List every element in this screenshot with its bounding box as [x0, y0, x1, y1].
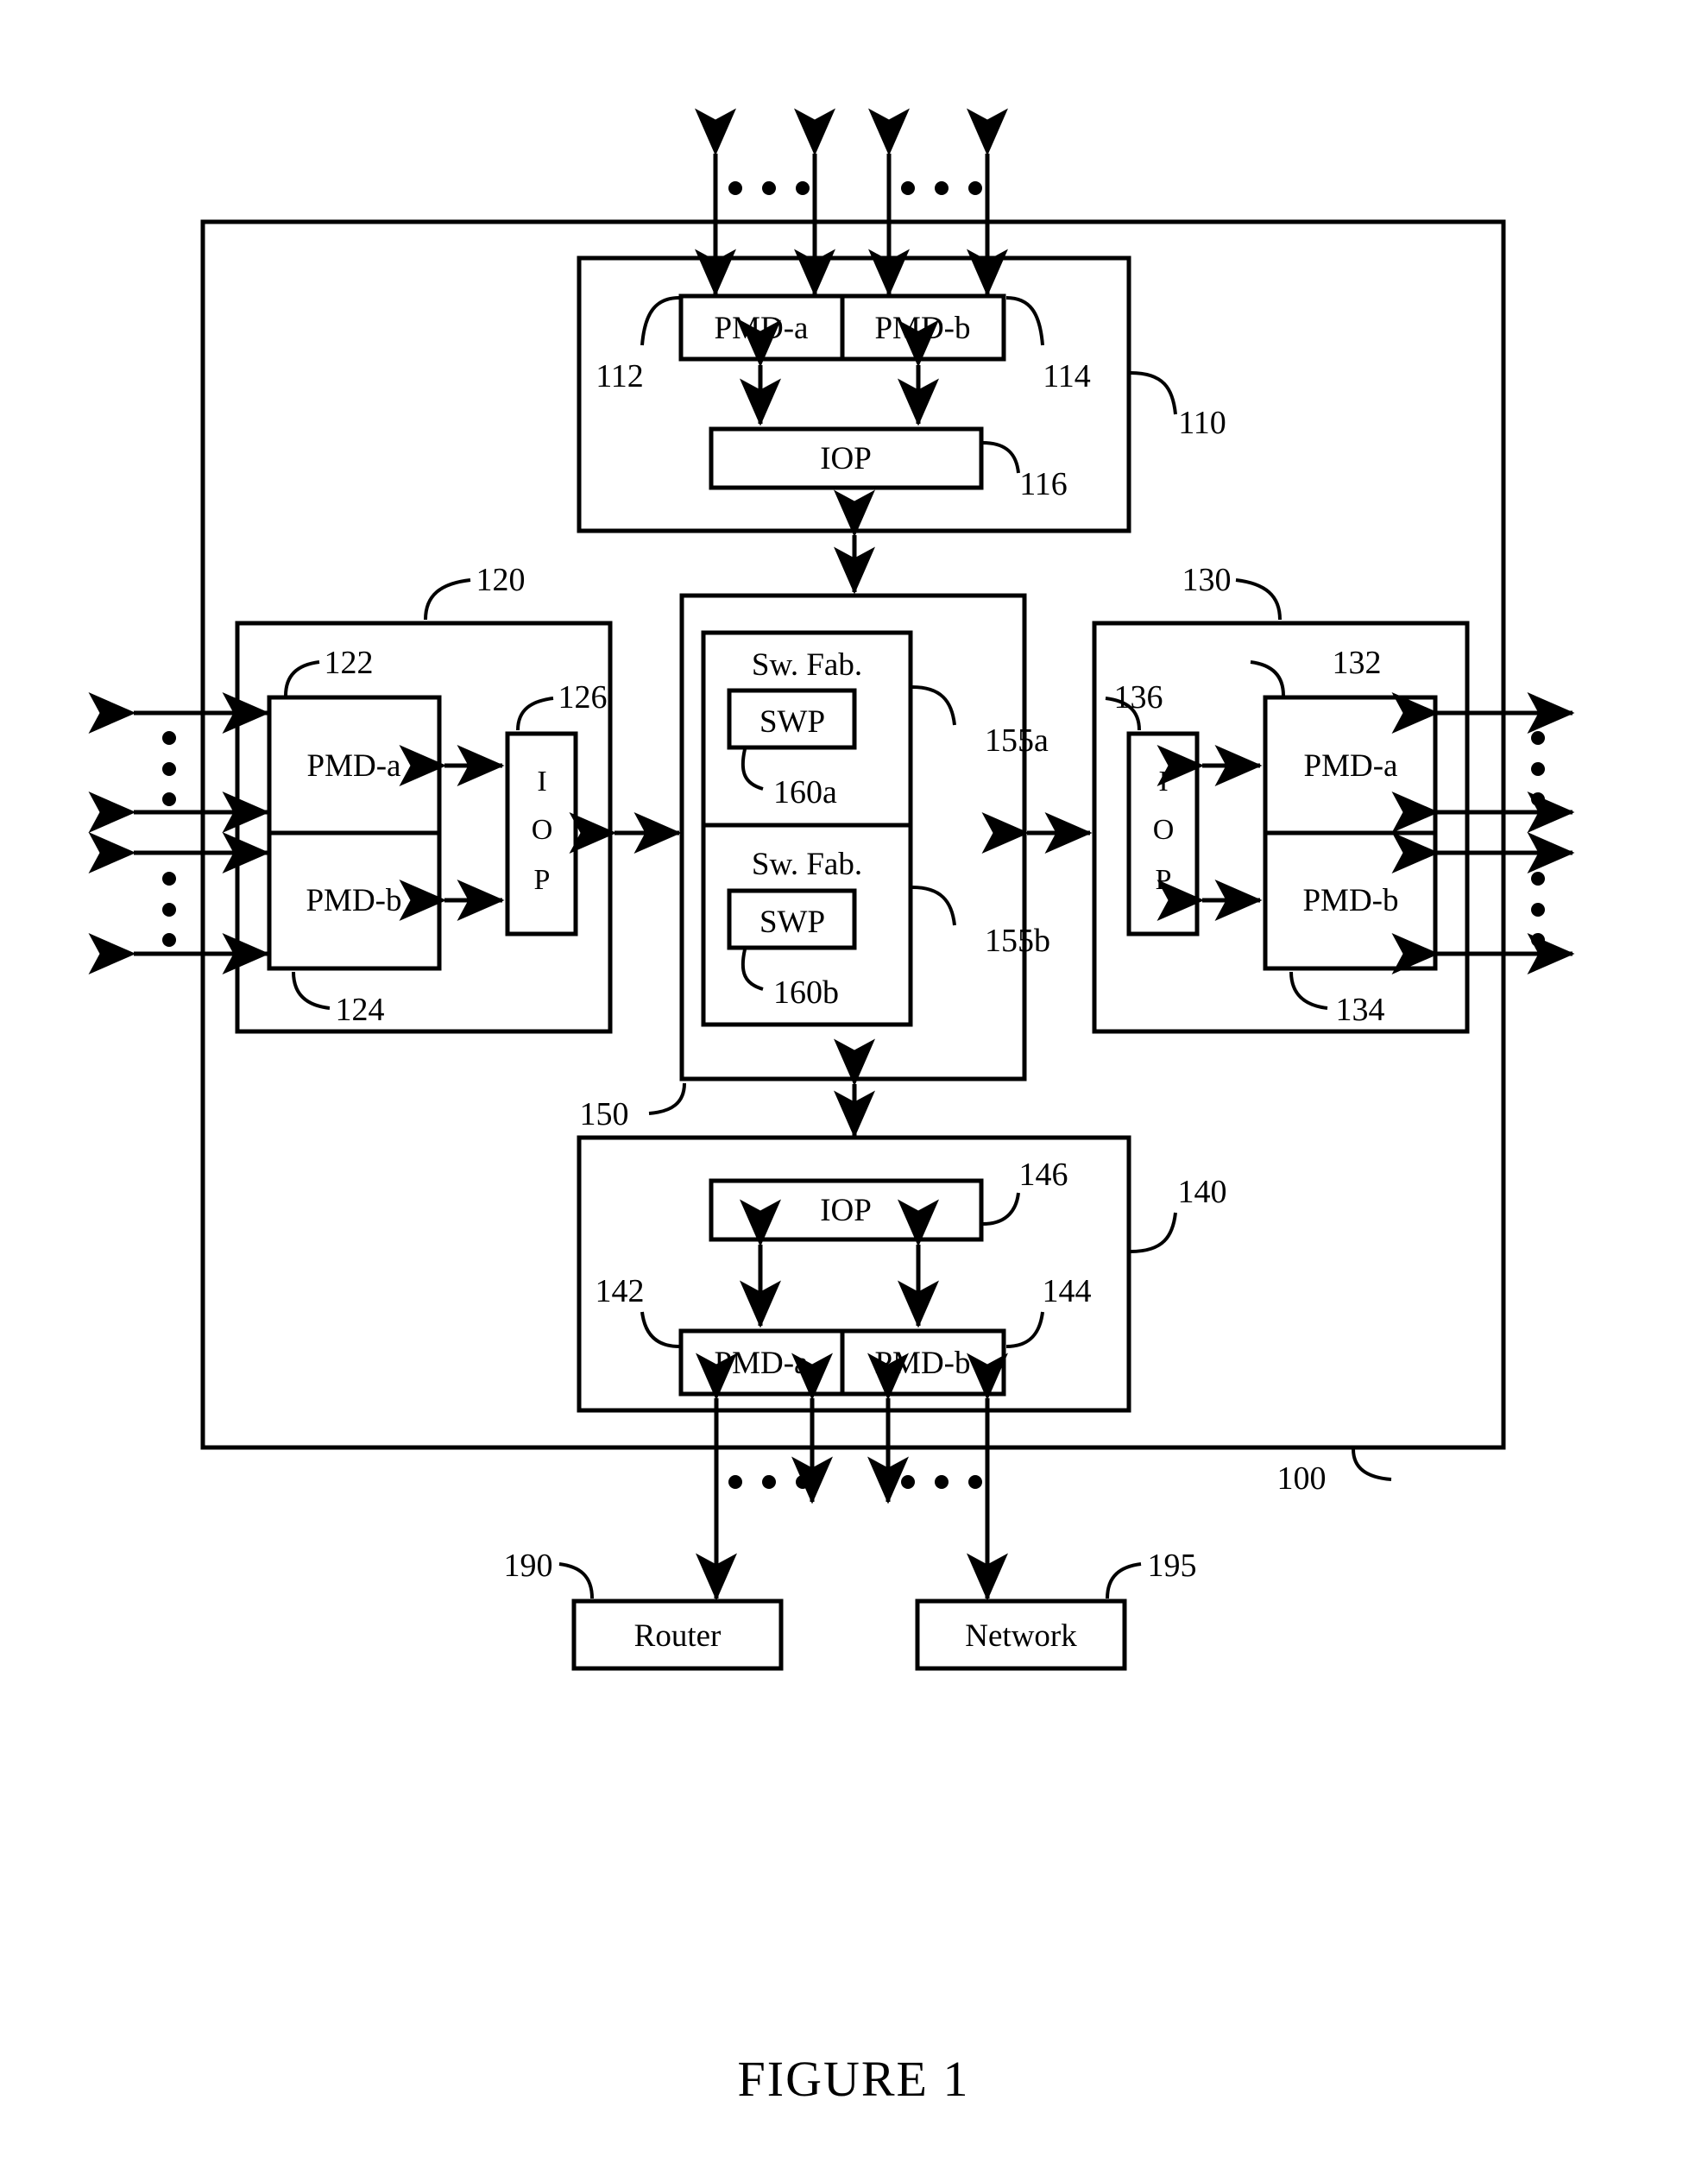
ref-195: 195: [1148, 1548, 1197, 1584]
ref-155a: 155a: [985, 722, 1049, 759]
dot: [162, 903, 176, 917]
sw-fab-a-label: Sw. Fab.: [752, 647, 862, 683]
ref-120: 120: [476, 562, 526, 598]
left-iop-letter-o: O: [532, 814, 553, 846]
leader-120: [424, 578, 471, 621]
leader-160b: [741, 949, 764, 991]
ref-150: 150: [580, 1096, 629, 1132]
ref-136: 136: [1114, 679, 1163, 716]
figure-caption: FIGURE 1: [738, 2051, 970, 2107]
leader-190: [558, 1562, 594, 1599]
sw-fab-b-label: Sw. Fab.: [752, 847, 862, 882]
dot: [728, 181, 742, 195]
leader-116: [982, 441, 1020, 474]
leader-122: [284, 660, 320, 697]
ref-122: 122: [325, 645, 374, 681]
top-pmd-a-label: PMD-a: [715, 311, 809, 346]
swp-a-label: SWP: [759, 704, 825, 740]
leader-160a: [741, 748, 764, 791]
bottom-pmd-a-label: PMD-a: [715, 1346, 809, 1381]
dot: [1531, 792, 1545, 806]
bottom-iop-label: IOP: [820, 1193, 872, 1228]
left-iop-letter-i: I: [537, 766, 546, 798]
right-iop-letter-o: O: [1153, 814, 1175, 846]
right-iop-letter-i: I: [1158, 766, 1168, 798]
left-pmd-a-label: PMD-a: [307, 748, 401, 784]
leader-155b: [911, 886, 956, 926]
dot: [728, 1475, 742, 1489]
ref-155b: 155b: [985, 923, 1050, 959]
ref-100: 100: [1277, 1460, 1327, 1497]
ref-160a: 160a: [773, 774, 837, 810]
router-label: Router: [634, 1618, 722, 1654]
ref-140: 140: [1178, 1174, 1227, 1210]
leader-195: [1106, 1562, 1142, 1599]
leader-155a: [911, 685, 956, 726]
ref-144: 144: [1043, 1273, 1092, 1309]
dot: [1531, 903, 1545, 917]
ref-126: 126: [558, 679, 608, 716]
bottom-pmd-b-label: PMD-b: [874, 1346, 970, 1381]
dot: [968, 1475, 982, 1489]
leader-114: [1005, 296, 1044, 346]
left-pmd-b-label: PMD-b: [306, 883, 401, 918]
dot: [162, 762, 176, 776]
dot: [796, 1475, 810, 1489]
dot: [796, 181, 810, 195]
dot: [1531, 731, 1545, 745]
leader-112: [640, 296, 680, 346]
dot: [1531, 872, 1545, 886]
leader-150: [648, 1082, 686, 1115]
ref-116: 116: [1019, 466, 1068, 502]
network-label: Network: [965, 1618, 1077, 1654]
swp-b-label: SWP: [759, 905, 825, 940]
dot: [1531, 933, 1545, 947]
leader-100: [1352, 1448, 1392, 1481]
leader-140: [1130, 1212, 1177, 1253]
top-pmd-b-label: PMD-b: [874, 311, 970, 346]
leader-134: [1289, 971, 1328, 1010]
ref-160b: 160b: [773, 974, 839, 1011]
right-iop-letter-p: P: [1156, 864, 1172, 896]
dot: [935, 1475, 949, 1489]
dot: [162, 933, 176, 947]
ref-132: 132: [1333, 645, 1382, 681]
dot: [1531, 762, 1545, 776]
ref-190: 190: [504, 1548, 553, 1584]
dot: [162, 731, 176, 745]
ref-146: 146: [1019, 1157, 1068, 1193]
left-iop-letter-p: P: [534, 864, 551, 896]
ref-112: 112: [596, 358, 644, 394]
ref-130: 130: [1182, 562, 1232, 598]
leader-124: [292, 971, 331, 1010]
dot: [162, 792, 176, 806]
dot: [162, 872, 176, 886]
dot: [901, 181, 915, 195]
figure-canvas: PMD-a PMD-b IOP 112 114 116 110 PMD-a PM…: [0, 0, 1708, 2163]
patent-figure-svg: PMD-a PMD-b IOP 112 114 116 110 PMD-a PM…: [88, 108, 1575, 2107]
leader-144: [1005, 1311, 1044, 1348]
right-pmd-b-label: PMD-b: [1302, 883, 1398, 918]
ref-124: 124: [336, 992, 385, 1028]
dot: [968, 181, 982, 195]
leader-132: [1250, 660, 1285, 697]
ref-114: 114: [1043, 358, 1091, 394]
ref-134: 134: [1336, 992, 1385, 1028]
leader-110: [1130, 371, 1177, 415]
leader-130: [1235, 578, 1282, 621]
top-iop-label: IOP: [820, 441, 872, 476]
leader-126: [516, 697, 554, 731]
ref-110: 110: [1178, 405, 1226, 441]
dot: [901, 1475, 915, 1489]
dot: [762, 181, 776, 195]
dot: [762, 1475, 776, 1489]
dot: [935, 181, 949, 195]
ref-142: 142: [596, 1273, 645, 1309]
leader-146: [982, 1192, 1020, 1226]
leader-142: [640, 1311, 680, 1348]
right-pmd-a-label: PMD-a: [1304, 748, 1398, 784]
